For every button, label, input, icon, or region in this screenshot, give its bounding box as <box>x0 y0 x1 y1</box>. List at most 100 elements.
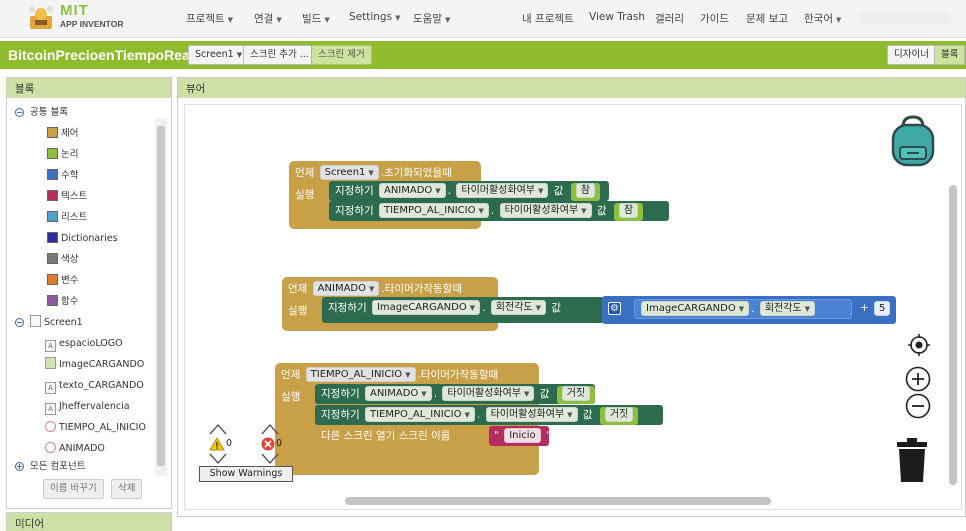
component-dropdown[interactable]: ANIMADO ▼ <box>378 183 446 198</box>
component-dropdown[interactable]: ANIMADO ▼ <box>364 386 432 401</box>
property-dropdown[interactable]: 회전각도 ▼ <box>759 301 816 316</box>
palette-scrollbar[interactable] <box>155 118 167 476</box>
menu-view-trash[interactable]: View Trash <box>589 11 645 23</box>
tree-item-logic[interactable]: 논리 <box>47 146 78 164</box>
tree-component[interactable]: Atexto_CARGANDO <box>45 377 144 395</box>
show-warnings-button[interactable]: Show Warnings <box>199 466 293 482</box>
tree-item-control[interactable]: 제어 <box>47 125 78 143</box>
tree-item-math[interactable]: 수학 <box>47 167 78 185</box>
component-dropdown[interactable]: TIEMPO_AL_INICIO ▼ <box>305 367 416 382</box>
menu-build[interactable]: 빌드 ▼ <box>302 11 330 26</box>
tree-component[interactable]: ImageCARGANDO <box>45 356 144 374</box>
property-dropdown[interactable]: 타이머활성화여부 ▼ <box>499 203 592 218</box>
math-swatch-icon <box>47 169 58 180</box>
component-dropdown[interactable]: Screen1 ▼ <box>319 165 379 180</box>
designer-button[interactable]: 디자이너 <box>887 45 936 65</box>
remove-screen-button[interactable]: 스크린 제거 <box>311 45 372 65</box>
component-dropdown[interactable]: TIEMPO_AL_INICIO ▼ <box>378 203 489 218</box>
set-block[interactable]: 지정하기 TIEMPO_AL_INICIO ▼. 타이머활성화여부 ▼ 값 거짓 <box>315 405 663 425</box>
tree-item-procedures[interactable]: 함수 <box>47 293 78 311</box>
menu-my-projects[interactable]: 내 프로젝트 <box>522 11 574 26</box>
get-property-block[interactable]: ImageCARGANDO ▼. 회전각도 ▼ <box>634 299 852 319</box>
boolean-dropdown[interactable]: 거짓 <box>561 386 591 401</box>
logic-true-block[interactable]: 참 <box>613 203 644 221</box>
tree-component[interactable]: AespacioLOGO <box>45 335 123 353</box>
scrollbar-thumb[interactable] <box>949 185 957 485</box>
project-title: BitcoinPrecioenTiempoReal <box>8 47 194 63</box>
chevron-down-icon: ▼ <box>435 187 441 195</box>
app-inventor-logo[interactable]: MIT APP INVENTOR <box>26 2 136 34</box>
workspace-horizontal-scrollbar[interactable] <box>345 497 771 505</box>
boolean-dropdown[interactable]: 거짓 <box>604 407 634 422</box>
component-dropdown[interactable]: ImageCARGANDO ▼ <box>371 300 481 315</box>
procedures-swatch-icon <box>47 295 58 306</box>
collapse-icon[interactable]: − <box>15 108 24 117</box>
tree-item-lists[interactable]: 리스트 <box>47 209 87 227</box>
set-block[interactable]: 지정하기 TIEMPO_AL_INICIO ▼. 타이머활성화여부 ▼ 값 참 <box>329 201 669 221</box>
property-dropdown[interactable]: 회전각도 ▼ <box>490 300 546 315</box>
warning-next-arrow-icon[interactable] <box>209 453 227 465</box>
text-field[interactable]: Inicio <box>504 428 541 443</box>
logic-false-block[interactable]: 거짓 <box>556 386 596 404</box>
add-screen-button[interactable]: 스크린 추가 ... <box>243 45 316 65</box>
chevron-down-icon: ▼ <box>581 207 587 215</box>
menu-guide[interactable]: 가이드 <box>700 11 729 26</box>
math-add-block[interactable]: ⚙ ImageCARGANDO ▼. 회전각도 ▼ + 5 <box>602 296 896 324</box>
menu-settings[interactable]: Settings ▼ <box>349 11 400 23</box>
menu-project[interactable]: 프로젝트 ▼ <box>186 11 233 26</box>
number-field[interactable]: 5 <box>874 301 891 316</box>
warning-prev-arrow-icon[interactable] <box>209 423 227 435</box>
tree-item-variables[interactable]: 변수 <box>47 272 78 290</box>
set-block[interactable]: 지정하기 ImageCARGANDO ▼. 회전각도 ▼ 값 <box>322 297 604 323</box>
menu-connect[interactable]: 연결 ▼ <box>254 11 282 26</box>
gear-icon[interactable]: ⚙ <box>608 302 621 315</box>
set-block[interactable]: 지정하기 ANIMADO ▼. 타이머활성화여부 ▼ 값 참 <box>329 181 609 201</box>
expand-icon[interactable]: + <box>15 462 24 471</box>
workspace-vertical-scrollbar[interactable] <box>949 185 957 485</box>
collapse-icon[interactable]: − <box>15 318 24 327</box>
backpack-icon[interactable] <box>885 113 941 169</box>
open-another-screen-block[interactable]: 다른 스크린 열기 스크린 이름 <box>315 426 493 446</box>
component-dropdown[interactable]: ANIMADO ▼ <box>312 281 380 296</box>
screen-select[interactable]: Screen1 ▼ <box>188 45 250 65</box>
menu-gallery[interactable]: 갤러리 <box>655 11 684 26</box>
text-string-block[interactable]: " Inicio " <box>489 426 551 446</box>
property-dropdown[interactable]: 타이머활성화여부 ▼ <box>442 386 535 401</box>
tree-builtin[interactable]: − 공통 블록 <box>15 104 68 122</box>
recenter-icon[interactable] <box>907 333 931 357</box>
blocks-button[interactable]: 블록 <box>934 45 966 65</box>
logic-true-block[interactable]: 참 <box>570 183 600 201</box>
error-prev-arrow-icon[interactable] <box>261 423 279 435</box>
logic-false-block[interactable]: 거짓 <box>599 407 639 425</box>
set-block[interactable]: 지정하기 ANIMADO ▼. 타이머활성화여부 ▼ 값 거짓 <box>315 384 596 404</box>
component-dropdown[interactable]: TIEMPO_AL_INICIO ▼ <box>364 407 475 422</box>
scrollbar-thumb[interactable] <box>157 126 165 466</box>
trash-icon[interactable] <box>895 437 929 483</box>
tree-screen1[interactable]: − Screen1 <box>15 314 83 332</box>
tree-item-dictionaries[interactable]: Dictionaries <box>47 230 118 248</box>
tree-all-components[interactable]: + 모든 컴포넌트 <box>15 458 85 476</box>
zoom-out-icon[interactable] <box>905 393 931 419</box>
menu-report-issue[interactable]: 문제 보고 <box>746 11 788 26</box>
chevron-down-icon: ▼ <box>236 51 243 59</box>
tree-component[interactable]: ANIMADO <box>45 440 105 458</box>
boolean-dropdown[interactable]: 참 <box>575 183 595 198</box>
tree-item-colors[interactable]: 색상 <box>47 251 78 269</box>
menu-language[interactable]: 한국어 ▼ <box>804 11 841 26</box>
warnings-count: 0 <box>226 438 233 449</box>
error-next-arrow-icon[interactable] <box>261 453 279 465</box>
rename-button[interactable]: 이름 바꾸기 <box>43 479 104 499</box>
component-dropdown[interactable]: ImageCARGANDO ▼ <box>641 301 750 316</box>
tree-item-text[interactable]: 텍스트 <box>47 188 87 206</box>
boolean-dropdown[interactable]: 참 <box>618 203 639 218</box>
label-icon: A <box>45 382 56 394</box>
blocks-workspace[interactable]: 언제 Screen1 ▼ .초기화되었을때 실행 지정하기 ANIMADO ▼. 타이… <box>184 104 962 510</box>
user-account[interactable] <box>860 12 950 24</box>
delete-button[interactable]: 삭제 <box>111 479 143 499</box>
zoom-in-icon[interactable] <box>905 366 931 392</box>
property-dropdown[interactable]: 타이머활성화여부 ▼ <box>456 183 549 198</box>
menu-help[interactable]: 도움말 ▼ <box>413 11 450 26</box>
tree-component[interactable]: TIEMPO_AL_INICIO <box>45 419 146 437</box>
property-dropdown[interactable]: 타이머활성화여부 ▼ <box>485 407 578 422</box>
tree-component[interactable]: A Jheffervalencia <box>45 398 130 416</box>
